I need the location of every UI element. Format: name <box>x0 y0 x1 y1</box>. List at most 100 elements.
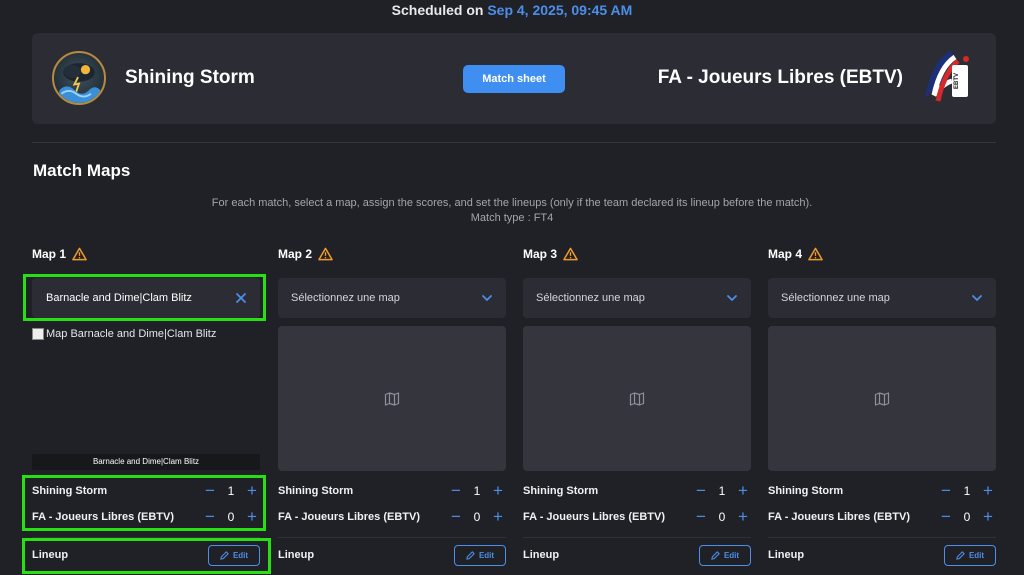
score-row-team1: Shining Storm − 1 + <box>523 480 751 502</box>
lineup-label: Lineup <box>32 549 69 561</box>
lineup-divider <box>32 537 260 538</box>
score-team-name: Shining Storm <box>768 485 844 497</box>
team-right-name: FA - Joueurs Libres (EBTV) <box>657 67 903 88</box>
section-title: Match Maps <box>33 161 131 180</box>
score-value: 0 <box>227 510 235 524</box>
map-image-placeholder <box>768 326 996 471</box>
map-select[interactable]: Sélectionnez une map <box>278 278 506 318</box>
pencil-icon <box>956 550 965 560</box>
map-select-placeholder: Sélectionnez une map <box>781 292 890 304</box>
edit-lineup-button[interactable]: Edit <box>944 544 996 566</box>
plus-icon[interactable]: + <box>735 507 751 526</box>
map-column-1: Map 1 Barnacle and Dime|Clam Blitz Map B… <box>32 247 260 575</box>
map-icon <box>629 391 645 406</box>
lineup-divider <box>278 537 506 538</box>
close-icon[interactable] <box>234 291 248 305</box>
minus-icon[interactable]: − <box>448 507 464 526</box>
scheduled-info: Scheduled on Sep 4, 2025, 09:45 AM <box>0 2 1024 18</box>
lineup-label: Lineup <box>278 549 315 561</box>
plus-icon[interactable]: + <box>244 507 260 526</box>
description-text: For each match, select a map, assign the… <box>211 197 813 209</box>
plus-icon[interactable]: + <box>980 507 996 526</box>
match-card: Shining Storm Match sheet FA - Joueurs L… <box>32 33 996 124</box>
pencil-icon <box>220 550 229 560</box>
score-value: 0 <box>473 510 481 524</box>
edit-lineup-button[interactable]: Edit <box>699 544 751 566</box>
map-title: Map 3 <box>523 247 558 261</box>
pencil-icon <box>711 550 720 560</box>
map-header: Map 4 <box>768 247 823 261</box>
chevron-down-icon <box>480 291 494 305</box>
score-team-name: FA - Joueurs Libres (EBTV) <box>278 511 421 523</box>
map-select-value: Barnacle and Dime|Clam Blitz <box>46 292 192 304</box>
minus-icon[interactable]: − <box>448 481 464 500</box>
score-team-name: Shining Storm <box>278 485 354 497</box>
score-value: 1 <box>718 484 726 498</box>
score-row-team2: FA - Joueurs Libres (EBTV) − 0 + <box>32 506 260 528</box>
score-team-name: FA - Joueurs Libres (EBTV) <box>768 511 911 523</box>
map-select[interactable]: Sélectionnez une map <box>768 278 996 318</box>
score-team-name: Shining Storm <box>32 485 108 497</box>
map-icon <box>874 391 890 406</box>
minus-icon[interactable]: − <box>938 481 954 500</box>
lineup-divider <box>768 537 996 538</box>
plus-icon[interactable]: + <box>490 507 506 526</box>
map-icon <box>384 391 400 406</box>
score-row-team1: Shining Storm − 1 + <box>32 480 260 502</box>
plus-icon[interactable]: + <box>490 481 506 500</box>
lineup-divider <box>523 537 751 538</box>
map-column-3: Map 3 Sélectionnez une map Shining Storm… <box>523 247 751 575</box>
edit-lineup-button[interactable]: Edit <box>454 544 506 566</box>
edit-label: Edit <box>968 550 985 560</box>
minus-icon[interactable]: − <box>202 507 218 526</box>
edit-lineup-button[interactable]: Edit <box>208 544 260 566</box>
minus-icon[interactable]: − <box>938 507 954 526</box>
map-header: Map 1 <box>32 247 87 261</box>
chevron-down-icon <box>970 291 984 305</box>
map-title: Map 2 <box>278 247 313 261</box>
warning-triangle-icon <box>808 247 823 261</box>
lineup-row: Lineup Edit <box>768 544 996 566</box>
score-team-name: Shining Storm <box>523 485 599 497</box>
map-select[interactable]: Sélectionnez une map <box>523 278 751 318</box>
team-right-logo: EBTV <box>922 49 974 107</box>
match-sheet-button[interactable]: Match sheet <box>463 65 565 93</box>
map-image-alt: Map Barnacle and Dime|Clam Blitz <box>32 328 216 340</box>
svg-text:EBTV: EBTV <box>954 73 960 89</box>
chevron-down-icon <box>725 291 739 305</box>
map-title: Map 4 <box>768 247 803 261</box>
lineup-row: Lineup Edit <box>278 544 506 566</box>
plus-icon[interactable]: + <box>980 481 996 500</box>
warning-triangle-icon <box>72 247 87 261</box>
map-select[interactable]: Barnacle and Dime|Clam Blitz <box>32 278 260 318</box>
map-image-alt-text: Map Barnacle and Dime|Clam Blitz <box>46 328 217 340</box>
map-title: Map 1 <box>32 247 67 261</box>
map-select-placeholder: Sélectionnez une map <box>536 292 645 304</box>
plus-icon[interactable]: + <box>244 481 260 500</box>
section-divider <box>32 142 996 143</box>
match-type: Match type : FT4 <box>470 212 554 224</box>
pencil-icon <box>466 550 475 560</box>
score-team-name: FA - Joueurs Libres (EBTV) <box>523 511 666 523</box>
minus-icon[interactable]: − <box>202 481 218 500</box>
broken-image-icon <box>32 328 44 340</box>
minus-icon[interactable]: − <box>693 507 709 526</box>
scheduled-prefix: Scheduled on <box>391 2 484 18</box>
score-row-team1: Shining Storm − 1 + <box>768 480 996 502</box>
map-image-caption: Barnacle and Dime|Clam Blitz <box>32 454 260 470</box>
score-value: 1 <box>963 484 971 498</box>
minus-icon[interactable]: − <box>693 481 709 500</box>
scheduled-date: Sep 4, 2025, 09:45 AM <box>487 2 633 18</box>
section-description: For each match, select a map, assign the… <box>0 196 1024 226</box>
edit-label: Edit <box>232 550 249 560</box>
warning-triangle-icon <box>318 247 333 261</box>
score-value: 0 <box>963 510 971 524</box>
score-row-team2: FA - Joueurs Libres (EBTV) − 0 + <box>523 506 751 528</box>
plus-icon[interactable]: + <box>735 481 751 500</box>
score-row-team1: Shining Storm − 1 + <box>278 480 506 502</box>
lineup-row: Lineup Edit <box>32 544 260 566</box>
map-header: Map 2 <box>278 247 333 261</box>
map-select-placeholder: Sélectionnez une map <box>291 292 400 304</box>
score-value: 1 <box>473 484 481 498</box>
map-column-2: Map 2 Sélectionnez une map Shining Storm… <box>278 247 506 575</box>
